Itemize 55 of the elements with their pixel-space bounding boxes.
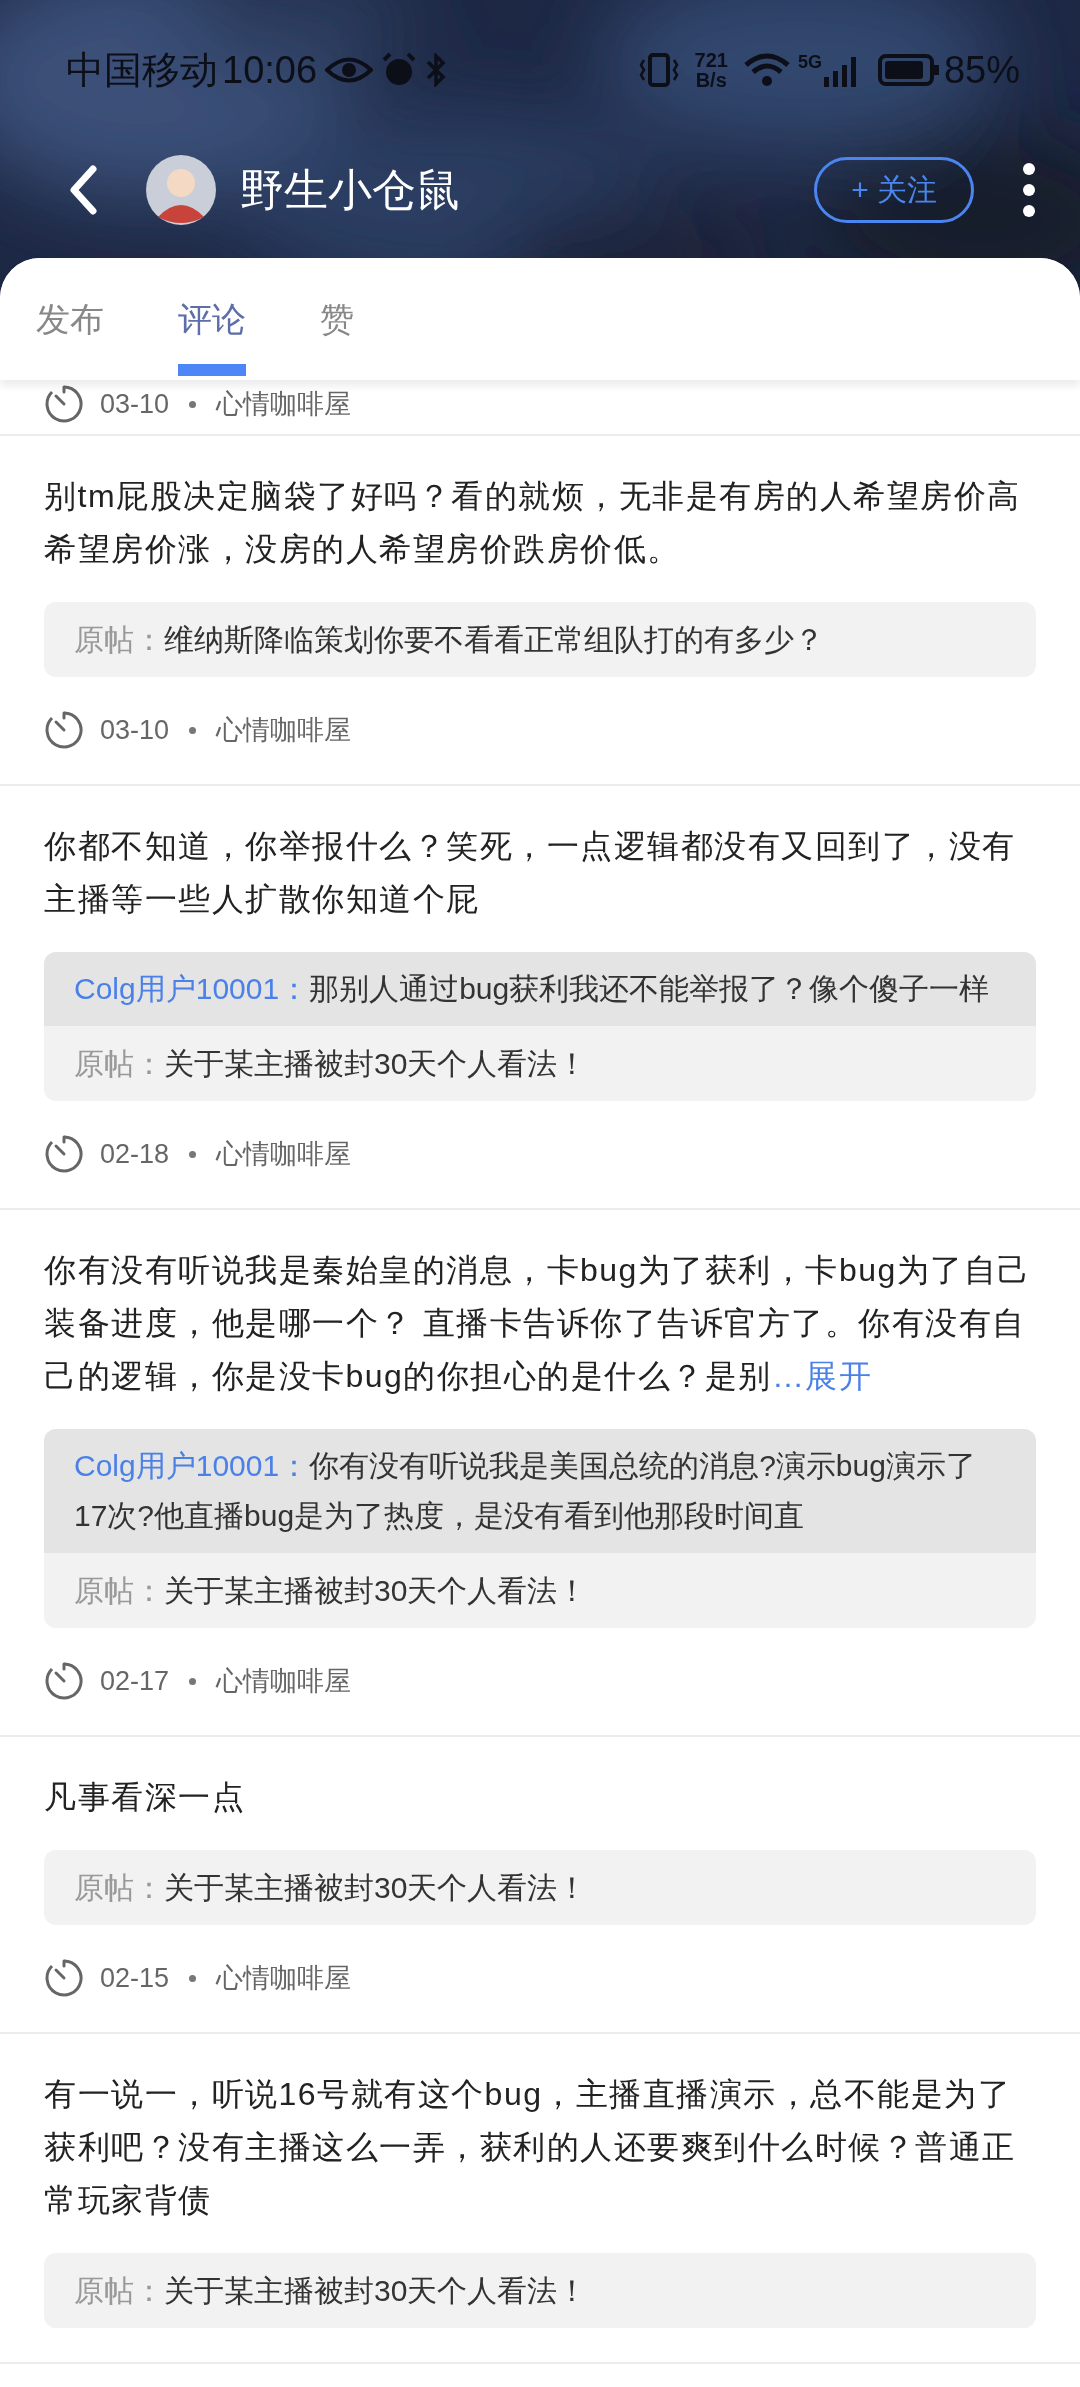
speed-value: 721	[694, 50, 728, 70]
avatar-icon	[146, 155, 216, 225]
post-date: 03-10	[100, 387, 170, 421]
comment-text: 有一说一，听说16号就有这个bug，主播直播演示，总不能是为了获利吧？没有主播这么一弄，获利的人还要爽到什么时候？普通正常玩家背债	[44, 2075, 1017, 2220]
comment-text: 你都不知道，你举报什么？笑死，一点逻辑都没有又回到了，没有主播等一些人扩散你知道个屁	[44, 827, 1017, 919]
post-date: 02-15	[100, 1961, 170, 1995]
user-name: 野生小仓鼠	[240, 164, 461, 216]
eye-icon	[325, 55, 374, 85]
original-post-link[interactable]: 原帖：关于某主播被封30天个人看法！	[44, 1553, 1036, 1628]
bluetooth-icon	[425, 53, 448, 87]
forum-link[interactable]: 心情咖啡屋	[216, 1660, 352, 1702]
forum-link[interactable]: 心情咖啡屋	[216, 1133, 352, 1175]
expand-link[interactable]: …展开	[771, 1358, 873, 1394]
reply-text: Colg用户10001：那别人通过bug获利我还不能举报了？像个傻子一样	[44, 952, 1036, 1026]
post-date: 02-17	[100, 1664, 170, 1698]
timer-icon	[44, 710, 84, 750]
forum-link[interactable]: 心情咖啡屋	[216, 709, 352, 751]
back-button[interactable]	[68, 165, 98, 215]
reply-user-link[interactable]: Colg用户10001：	[74, 1449, 310, 1482]
speed-unit: B/s	[694, 70, 728, 90]
reply-user-link[interactable]: Colg用户10001：	[74, 972, 310, 1005]
tab[interactable]: 赞	[320, 258, 354, 380]
alarm-icon	[381, 52, 418, 88]
comment-text: 凡事看深一点	[44, 1778, 246, 1817]
wifi-icon	[743, 53, 790, 87]
dot-icon	[189, 1974, 197, 1982]
clock-text: 10:06	[222, 47, 318, 93]
timer-icon	[44, 1958, 84, 1998]
original-post-link[interactable]: 原帖：关于某主播被封30天个人看法！	[44, 1850, 1036, 1925]
dot-icon	[189, 1677, 197, 1685]
network-type-text: 5G	[797, 53, 822, 71]
timer-icon	[44, 384, 84, 424]
more-icon	[1022, 162, 1036, 218]
timer-icon	[44, 1661, 84, 1701]
post-date: 03-10	[100, 713, 170, 747]
timer-icon	[44, 1134, 84, 1174]
original-post-link[interactable]: 原帖：关于某主播被封30天个人看法！	[44, 1026, 1036, 1101]
battery-icon	[877, 53, 940, 87]
forum-link[interactable]: 心情咖啡屋	[216, 1957, 352, 1999]
dot-icon	[189, 726, 197, 734]
reply-text: Colg用户10001：你有没有听说我是美国总统的消息?演示bug演示了17次?他直播bug是为了热度，是没有看到他那段时间直	[44, 1429, 1036, 1553]
follow-button[interactable]: + 关注	[814, 157, 974, 223]
vibrate-icon	[638, 52, 679, 88]
carrier-text: 中国移动	[66, 47, 218, 93]
dot-icon	[189, 1150, 197, 1158]
forum-link[interactable]: 心情咖啡屋	[216, 383, 352, 425]
comment-text: 你有没有听说我是秦始皇的消息，卡bug为了获利，卡bug为了自己装备进度，他是哪一个？ 直播卡告诉你了告诉官方了。你有没有自己的逻辑，你是没卡bug的你担心的是什么？是别…展开	[44, 1251, 1032, 1396]
battery-text: 85%	[943, 47, 1020, 93]
original-post-link[interactable]: 原帖：关于某主播被封30天个人看法！	[44, 2253, 1036, 2328]
dot-icon	[189, 400, 197, 408]
comment-text: 别tm屁股决定脑袋了好吗？看的就烦，无非是有房的人希望房价高希望房价涨，没房的人希望房价跌房价低。	[44, 477, 1022, 569]
tab[interactable]: 发布	[36, 258, 104, 380]
original-post-link[interactable]: 原帖：维纳斯降临策划你要不看看正常组队打的有多少？	[44, 602, 1036, 677]
tab[interactable]: 评论	[178, 258, 246, 380]
post-date: 02-18	[100, 1137, 170, 1171]
